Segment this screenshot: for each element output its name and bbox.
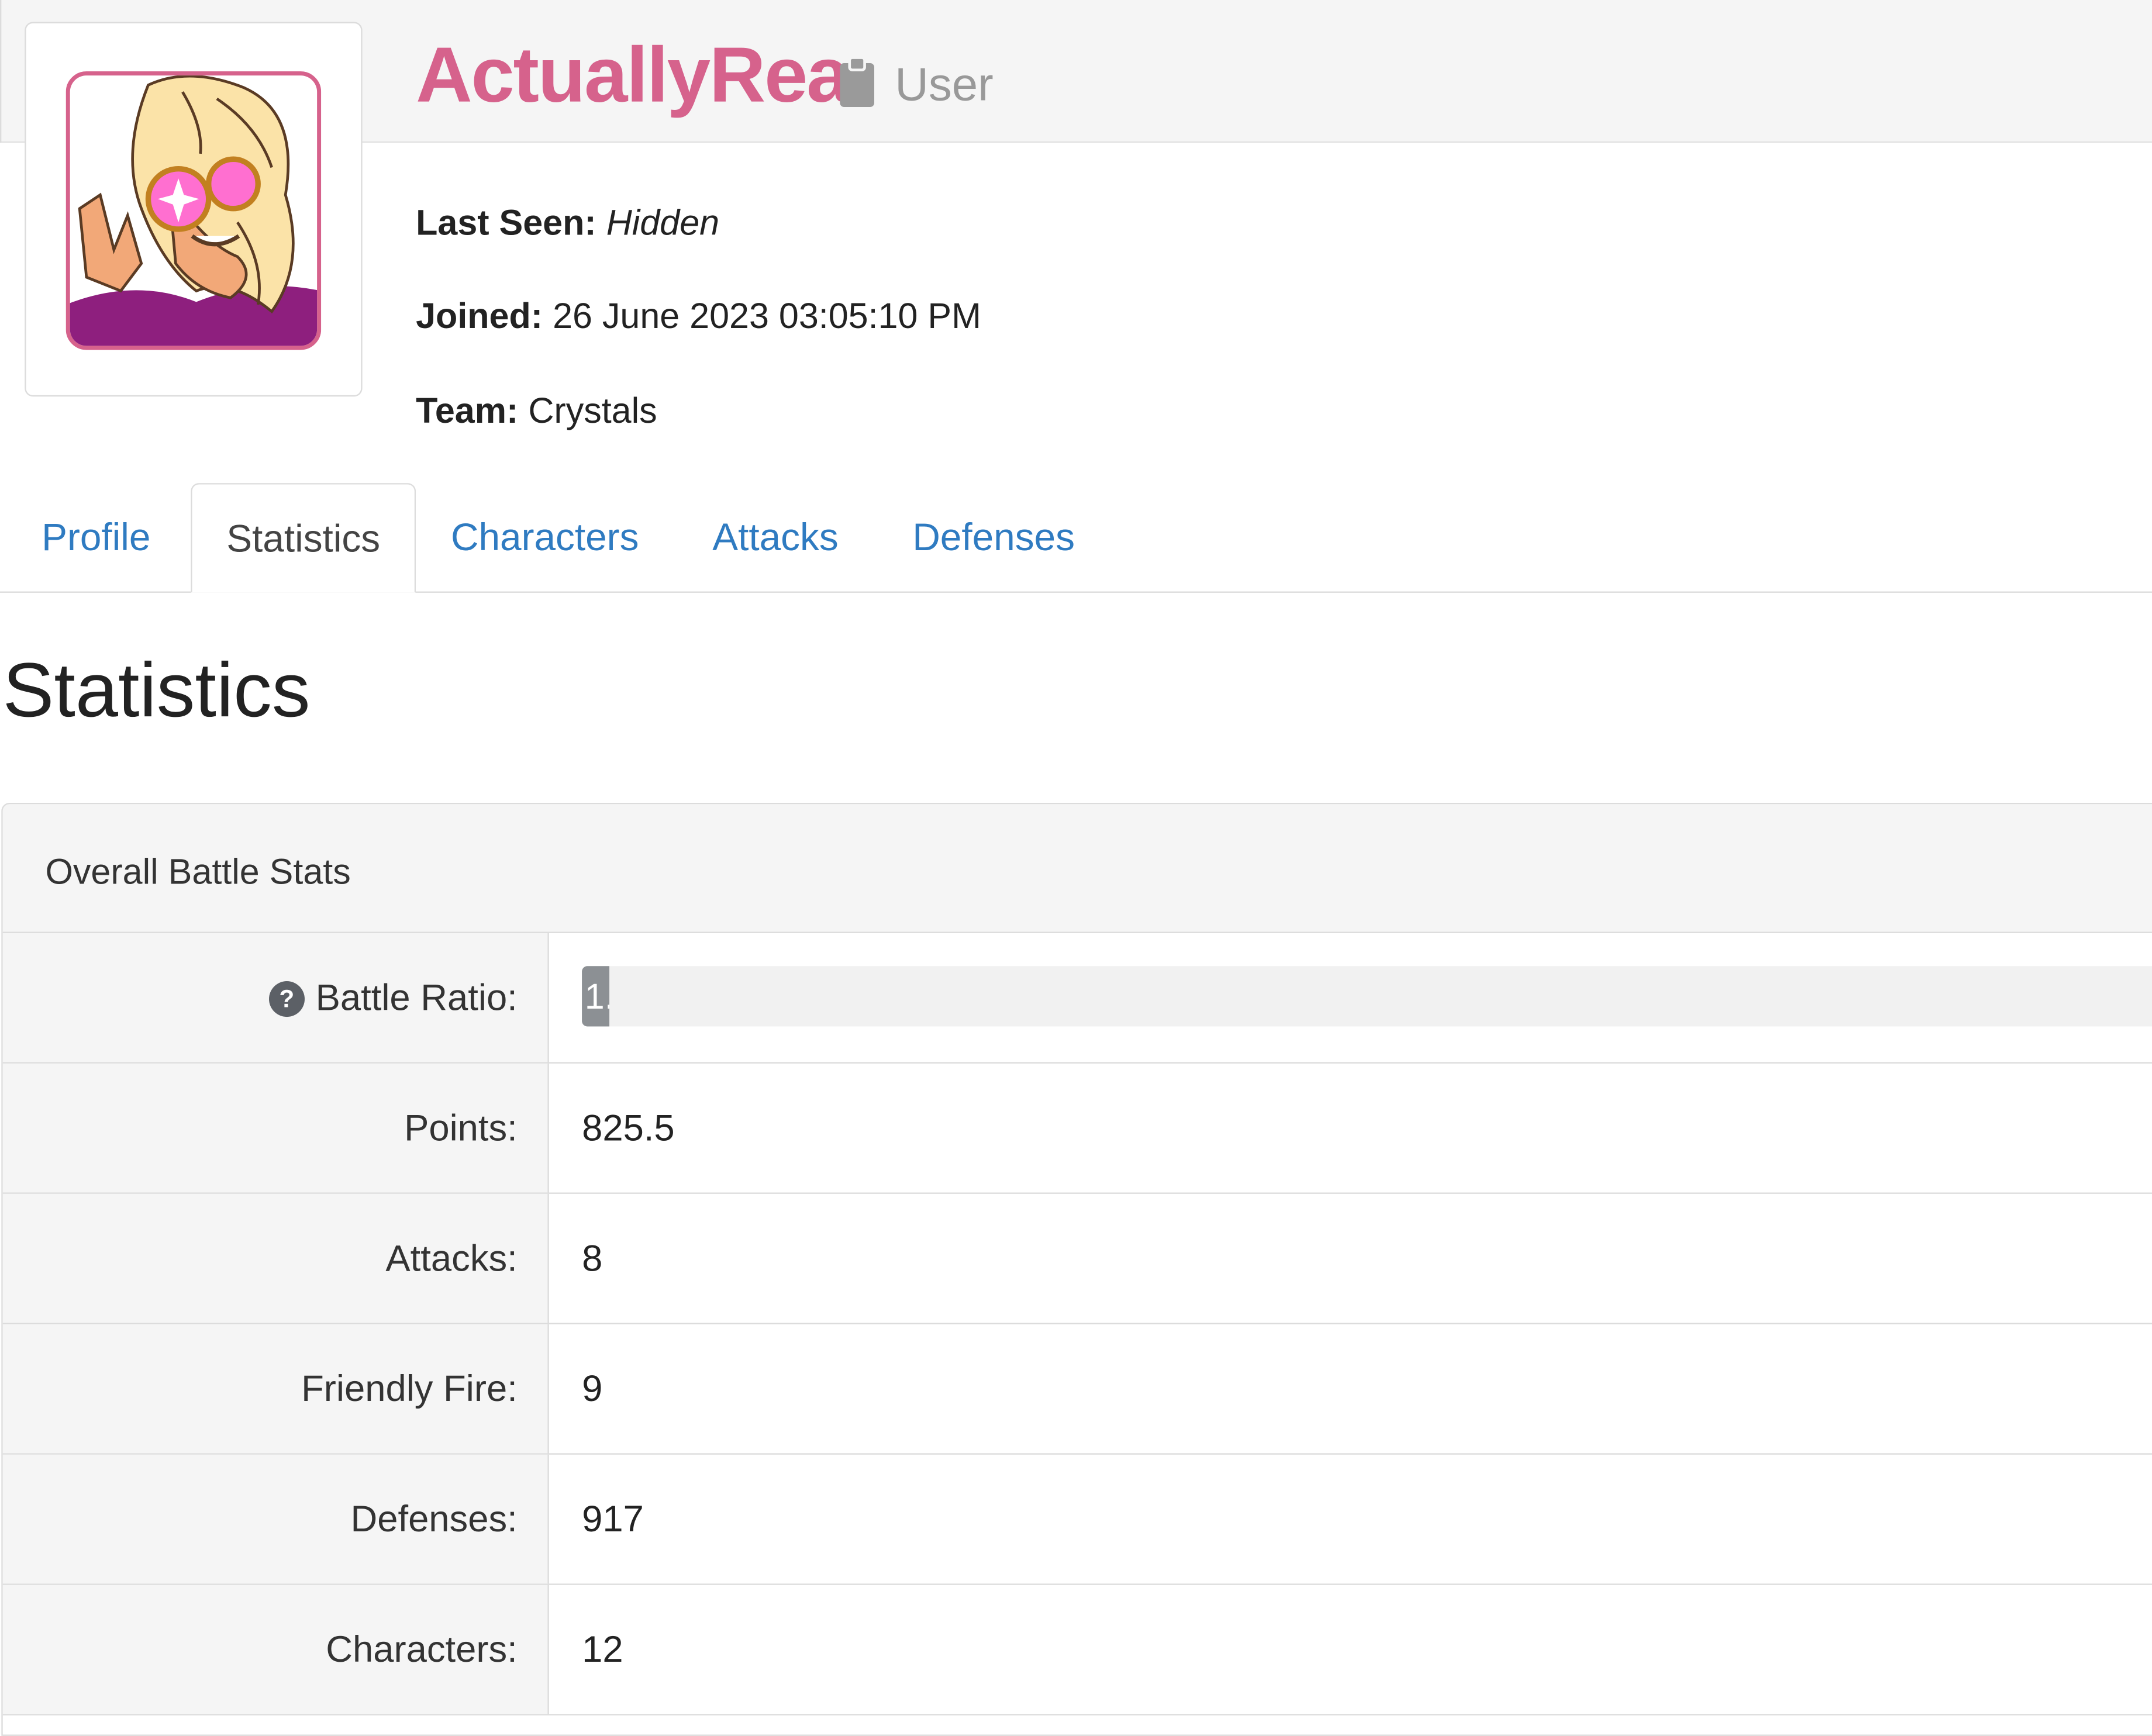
panel-header: Overall Battle Stats bbox=[2, 804, 2152, 933]
tab-defenses[interactable]: Defenses bbox=[877, 483, 1111, 593]
joined-line: Joined: 26 June 2023 03:05:10 PM bbox=[416, 294, 981, 337]
tab-statistics[interactable]: Statistics bbox=[191, 483, 416, 593]
team-value: Crystals bbox=[528, 389, 657, 431]
panel-title: Overall Battle Stats bbox=[45, 851, 351, 892]
last-seen-line: Last Seen: Hidden bbox=[416, 201, 719, 244]
page-title: Statistics bbox=[2, 646, 311, 733]
tab-profile[interactable]: Profile bbox=[0, 483, 192, 593]
stat-value: 8 bbox=[582, 1237, 603, 1279]
team-label: Team: bbox=[416, 389, 519, 431]
stat-label: Defenses: bbox=[350, 1498, 518, 1540]
avatar bbox=[65, 71, 322, 350]
tab-attacks[interactable]: Attacks bbox=[674, 483, 877, 593]
username: ActuallyRea bbox=[416, 31, 850, 120]
stat-row-defenses: Defenses: 917 bbox=[2, 1454, 2152, 1585]
stat-row-battle-ratio: ? Battle Ratio: 1. bbox=[2, 933, 2152, 1064]
stat-row-friendly-fire: Friendly Fire: 9 bbox=[2, 1324, 2152, 1455]
stat-value: 9 bbox=[582, 1368, 603, 1410]
last-seen-value: Hidden bbox=[606, 202, 720, 243]
stat-label: Points: bbox=[404, 1107, 518, 1149]
stat-label: Friendly Fire: bbox=[301, 1368, 518, 1410]
battle-ratio-bar-fill: 1. bbox=[582, 966, 609, 1027]
stat-row-points: Points: 825.5 bbox=[2, 1063, 2152, 1194]
stat-row-characters: Characters: 12 bbox=[2, 1585, 2152, 1716]
stat-row-attacks: Attacks: 8 bbox=[2, 1193, 2152, 1324]
last-seen-label: Last Seen: bbox=[416, 202, 596, 243]
stat-value: 825.5 bbox=[582, 1107, 675, 1149]
joined-label: Joined: bbox=[416, 295, 543, 337]
stat-value: 917 bbox=[582, 1498, 644, 1540]
battle-ratio-bar: 1. bbox=[582, 966, 2152, 1027]
stat-value: 12 bbox=[582, 1628, 623, 1671]
profile-page: ActuallyRea User Last Seen: Hidden Joine… bbox=[0, 0, 2152, 1736]
team-line: Team: Crystals bbox=[416, 388, 657, 432]
question-circle-icon[interactable]: ? bbox=[268, 981, 305, 1017]
joined-value: 26 June 2023 03:05:10 PM bbox=[553, 295, 981, 337]
clipboard-icon bbox=[840, 56, 875, 108]
stat-label: Attacks: bbox=[385, 1237, 518, 1279]
stat-label: Battle Ratio: bbox=[315, 977, 518, 1019]
stat-label: Characters: bbox=[326, 1628, 518, 1671]
battle-stats-panel: Overall Battle Stats ? Battle Ratio: 1. P… bbox=[1, 802, 2152, 1736]
tab-characters[interactable]: Characters bbox=[416, 483, 674, 593]
user-role-label: User bbox=[895, 58, 994, 112]
